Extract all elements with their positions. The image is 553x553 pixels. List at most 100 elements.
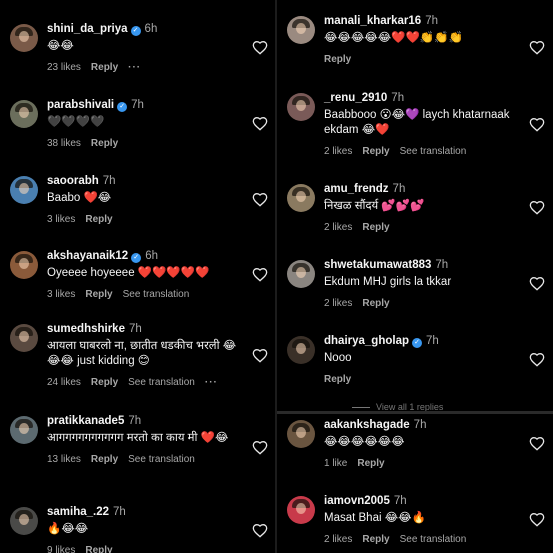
like-heart-icon[interactable] (252, 348, 268, 364)
comment-text: 🔥😂😂 (47, 523, 89, 535)
like-heart-icon[interactable] (529, 276, 545, 292)
likes-count[interactable]: 23 likes (47, 62, 81, 73)
see-translation-link[interactable]: See translation (128, 454, 195, 465)
avatar[interactable] (287, 496, 315, 524)
likes-count[interactable]: 38 likes (47, 138, 81, 149)
username[interactable]: iamovn2005 (324, 495, 390, 507)
avatar[interactable] (287, 184, 315, 212)
timestamp: 7h (413, 419, 427, 431)
avatar[interactable] (287, 93, 315, 121)
avatar[interactable] (287, 16, 315, 44)
like-heart-icon[interactable] (529, 40, 545, 56)
like-heart-icon[interactable] (252, 40, 268, 56)
reply-button[interactable]: Reply (362, 222, 389, 233)
likes-count[interactable]: 2 likes (324, 222, 352, 233)
screenshot-seam (277, 411, 553, 414)
username[interactable]: shwetakumawat883 (324, 259, 431, 271)
timestamp: 7h (128, 415, 142, 427)
avatar[interactable] (10, 507, 38, 535)
likes-count[interactable]: 9 likes (47, 545, 75, 553)
see-translation-link[interactable]: See translation (128, 377, 195, 388)
comment-text: 🖤🖤🖤🖤 (47, 116, 105, 128)
see-translation-link[interactable]: See translation (123, 289, 190, 300)
reply-button[interactable]: Reply (362, 298, 389, 309)
avatar[interactable] (10, 324, 38, 352)
timestamp: 7h (426, 335, 439, 347)
timestamp: 7h (102, 175, 116, 187)
likes-count[interactable]: 2 likes (324, 298, 352, 309)
username[interactable]: _renu_2910 (324, 92, 387, 104)
reply-button[interactable]: Reply (91, 138, 118, 149)
reply-button[interactable]: Reply (324, 374, 351, 385)
timestamp: 7h (391, 92, 405, 104)
timestamp: 6h (144, 23, 158, 35)
like-heart-icon[interactable] (529, 352, 545, 368)
avatar[interactable] (287, 420, 315, 448)
avatar[interactable] (10, 176, 38, 204)
likes-count[interactable]: 1 like (324, 458, 347, 469)
username[interactable]: samiha_.22 (47, 506, 109, 518)
likes-count[interactable]: 3 likes (47, 214, 75, 225)
verified-badge-icon: ✓ (117, 102, 128, 112)
avatar[interactable] (287, 336, 315, 364)
like-heart-icon[interactable] (252, 267, 268, 283)
likes-count[interactable]: 13 likes (47, 454, 81, 465)
username[interactable]: manali_kharkar16 (324, 15, 421, 27)
see-translation-link[interactable]: See translation (400, 146, 467, 157)
verified-badge-icon: ✓ (412, 338, 422, 348)
reply-button[interactable]: Reply (85, 214, 112, 225)
username[interactable]: aakankshagade (324, 419, 410, 431)
comment-text: Masat Bhai 😂😂🔥 (324, 512, 426, 524)
timestamp: 7h (435, 259, 449, 271)
see-translation-link[interactable]: See translation (400, 534, 467, 545)
reply-button[interactable]: Reply (357, 458, 384, 469)
likes-count[interactable]: 2 likes (324, 146, 352, 157)
timestamp: 7h (128, 323, 142, 335)
timestamp: 7h (393, 495, 407, 507)
likes-count[interactable]: 24 likes (47, 377, 81, 388)
timestamp: 6h (145, 250, 158, 262)
username[interactable]: dhairya_gholap (324, 335, 409, 347)
like-heart-icon[interactable] (252, 192, 268, 208)
like-heart-icon[interactable] (529, 436, 545, 452)
username[interactable]: shini_da_priya (47, 23, 128, 35)
reply-button[interactable]: Reply (91, 377, 118, 388)
username[interactable]: akshayanaik12 (47, 250, 128, 262)
like-heart-icon[interactable] (252, 523, 268, 539)
comment-text: 😂😂 (47, 40, 74, 52)
username[interactable]: saoorabh (47, 175, 99, 187)
avatar[interactable] (287, 260, 315, 288)
timestamp: 7h (113, 506, 126, 518)
username[interactable]: parabshivali (47, 99, 114, 111)
comment-text: 😂😂😂😂😂❤️❤️👏👏👏 (324, 32, 463, 44)
comment-text: 😂😂😂😂😂😂 (324, 436, 405, 448)
comment-text: आयला घाबरलो ना, छातीत धडकीच भरली 😂😂😂 jus… (47, 340, 237, 367)
reply-button[interactable]: Reply (362, 534, 389, 545)
reply-button[interactable]: Reply (91, 62, 118, 73)
likes-count[interactable]: 2 likes (324, 534, 352, 545)
verified-badge-icon: ✓ (130, 26, 141, 36)
username[interactable]: pratikkanade5 (47, 415, 124, 427)
comment-text: Baabo ❤️😂 (47, 192, 112, 204)
comment-text: निखळ सौंदर्य 💕💕💕 (324, 200, 425, 212)
avatar[interactable] (10, 100, 38, 128)
avatar[interactable] (10, 24, 38, 52)
likes-count[interactable]: 3 likes (47, 289, 75, 300)
verified-badge-icon: ✓ (131, 253, 142, 263)
username[interactable]: sumedhshirke (47, 323, 125, 335)
like-heart-icon[interactable] (529, 512, 545, 528)
more-options-icon[interactable]: ··· (205, 377, 218, 388)
reply-button[interactable]: Reply (91, 454, 118, 465)
like-heart-icon[interactable] (529, 200, 545, 216)
more-options-icon[interactable]: ··· (128, 62, 141, 73)
like-heart-icon[interactable] (252, 116, 268, 132)
like-heart-icon[interactable] (252, 440, 268, 456)
username[interactable]: amu_frendz (324, 183, 389, 195)
like-heart-icon[interactable] (529, 117, 545, 133)
avatar[interactable] (10, 416, 38, 444)
reply-button[interactable]: Reply (362, 146, 389, 157)
reply-button[interactable]: Reply (85, 545, 112, 553)
reply-button[interactable]: Reply (85, 289, 112, 300)
reply-button[interactable]: Reply (324, 54, 351, 65)
avatar[interactable] (10, 251, 38, 279)
